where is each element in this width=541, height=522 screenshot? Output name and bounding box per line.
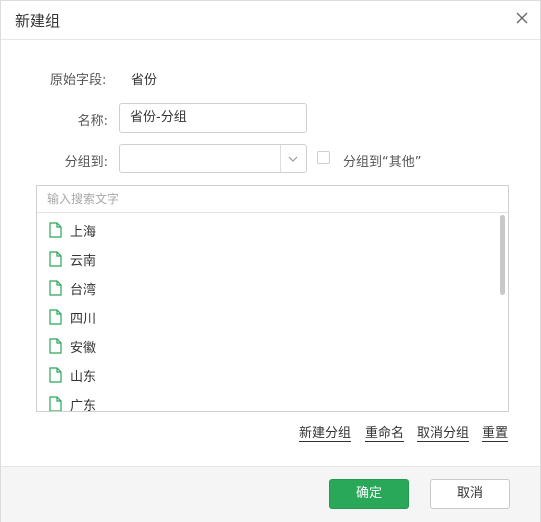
name-input[interactable]: 省份-分组	[119, 103, 307, 133]
file-icon	[49, 367, 62, 383]
close-icon[interactable]	[514, 10, 530, 26]
list-item-label: 广东	[70, 398, 97, 412]
file-icon	[49, 280, 62, 296]
new-group-link[interactable]: 新建分组	[299, 426, 352, 442]
group-to-other-checkbox[interactable]	[317, 151, 330, 164]
list-item[interactable]: 四川	[49, 304, 96, 330]
list-item-label: 上海	[70, 224, 97, 240]
list-item[interactable]: 山东	[49, 362, 96, 388]
list-search-box	[37, 186, 508, 213]
group-to-other-label: 分组到“其他”	[343, 155, 422, 170]
source-field-value: 省份	[131, 73, 158, 88]
group-to-label: 分组到:	[64, 155, 108, 170]
list-search-input[interactable]	[37, 186, 497, 212]
list-scrollbar-thumb[interactable]	[500, 215, 505, 295]
list-item-label: 安徽	[70, 340, 97, 356]
ok-button[interactable]: 确定	[329, 479, 409, 509]
list-item[interactable]: 上海	[49, 217, 96, 243]
dialog-title: 新建组	[15, 12, 61, 30]
group-to-select[interactable]	[119, 144, 307, 173]
dialog-footer: 确定 取消	[1, 466, 540, 522]
cancel-button[interactable]: 取消	[430, 479, 510, 509]
chevron-down-icon[interactable]	[286, 152, 300, 166]
list-item[interactable]: 安徽	[49, 333, 96, 359]
list-item-label: 山东	[70, 369, 97, 385]
file-icon	[49, 338, 62, 354]
list-items: 上海 云南 台湾 四川 安徽 山东 广东	[37, 214, 497, 411]
name-label: 名称:	[77, 114, 108, 129]
file-icon	[49, 222, 62, 238]
new-group-dialog: 新建组 原始字段: 省份 名称: 省份-分组 分组到: 分组到“其他” 上海 云…	[0, 0, 541, 522]
list-item-label: 云南	[70, 253, 97, 269]
file-icon	[49, 309, 62, 325]
select-divider	[280, 145, 281, 172]
file-icon	[49, 396, 62, 411]
list-item[interactable]: 云南	[49, 246, 96, 272]
list-item[interactable]: 台湾	[49, 275, 96, 301]
field-value-list: 上海 云南 台湾 四川 安徽 山东	[36, 185, 509, 412]
ungroup-link[interactable]: 取消分组	[417, 426, 470, 442]
source-field-label: 原始字段:	[50, 73, 107, 88]
rename-link[interactable]: 重命名	[365, 426, 405, 442]
list-scrollbar[interactable]	[497, 213, 508, 411]
list-item-label: 四川	[70, 311, 97, 327]
list-item[interactable]: 广东	[49, 391, 96, 411]
file-icon	[49, 251, 62, 267]
reset-link[interactable]: 重置	[482, 426, 509, 442]
list-item-label: 台湾	[70, 282, 97, 298]
dialog-header: 新建组	[1, 1, 540, 40]
